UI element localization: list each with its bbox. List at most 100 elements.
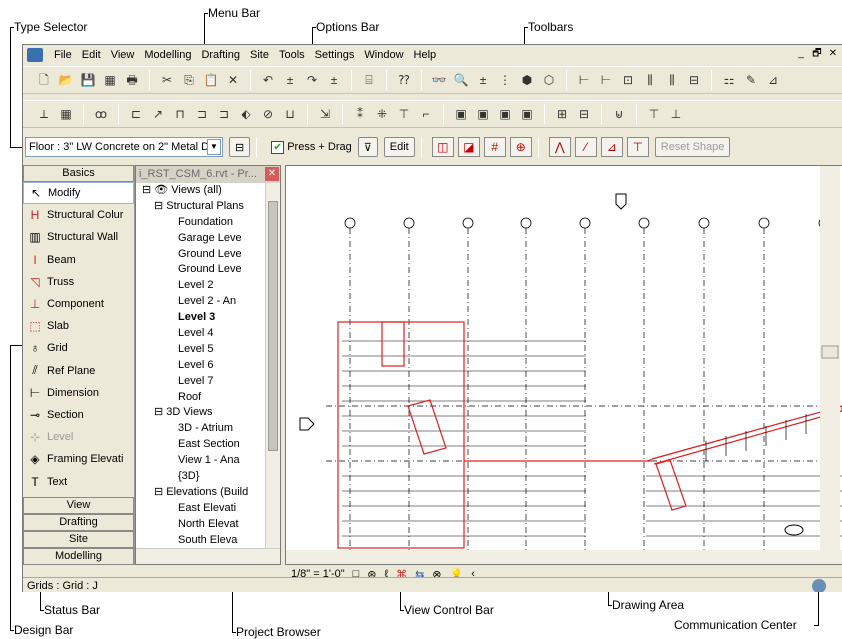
design-bar-item-modify[interactable]: ↖ Modify <box>23 182 134 205</box>
reset-shape-button[interactable]: Reset Shape <box>654 137 731 157</box>
browser-tree-item[interactable]: Garage Leve <box>136 231 280 247</box>
toolbar2-icon-18[interactable]: ⊤ <box>395 105 413 123</box>
toolbar2-icon-19[interactable]: ⌐ <box>417 105 435 123</box>
toolbar1-icon-27[interactable]: ⊢ <box>575 71 593 89</box>
shape-subelement-icon-1[interactable]: ⋀ <box>548 137 571 157</box>
toolbar2-icon-12[interactable]: ⊔ <box>281 105 299 123</box>
browser-tree-item[interactable]: Foundation <box>136 215 280 231</box>
toolbar1-icon-36[interactable]: ⊿ <box>764 71 782 89</box>
close-icon[interactable]: ✕ <box>826 48 840 61</box>
toolbar2-icon-8[interactable]: ⊐ <box>193 105 211 123</box>
browser-tree-item[interactable]: ⊟ Structural Plans <box>136 199 280 215</box>
toolbar2-icon-27[interactable]: ⊟ <box>575 105 593 123</box>
drawing-area[interactable] <box>285 165 842 565</box>
browser-tree-item[interactable]: 3D - Atrium <box>136 421 280 437</box>
design-bar-item-structural-colur[interactable]: H Structural Colur <box>23 204 134 226</box>
toolbar2-icon-29[interactable]: ⊌ <box>610 105 628 123</box>
restore-icon[interactable]: 🗗 <box>810 48 824 61</box>
shape-edit-icon-2[interactable]: ◪ <box>457 137 480 157</box>
minimize-icon[interactable]: _ <box>794 48 808 61</box>
menu-help[interactable]: Help <box>409 49 442 61</box>
browser-tree-item[interactable]: Ground Leve <box>136 262 280 278</box>
shape-subelement-icon-4[interactable]: ⊤ <box>626 137 649 157</box>
shape-grid-icon[interactable]: # <box>483 137 506 157</box>
design-bar-item-grid[interactable]: ♁ Grid <box>23 337 134 359</box>
toolbar2-icon-16[interactable]: ⁑ <box>351 105 369 123</box>
browser-tree-item[interactable]: Level 4 <box>136 326 280 342</box>
browser-tree-item[interactable]: ⊟ Elevations (Build <box>136 485 280 501</box>
shape-add-point-icon[interactable]: ⊕ <box>509 137 532 157</box>
design-bar-item-dimension[interactable]: ⊢ Dimension <box>23 382 134 404</box>
toolbar2-icon-17[interactable]: ⁜ <box>373 105 391 123</box>
toolbar1-icon-11[interactable]: ↶ <box>259 71 277 89</box>
toolbar1-icon-7[interactable]: ⎘ <box>180 71 198 89</box>
browser-tree-item[interactable]: Level 2 <box>136 278 280 294</box>
type-selector[interactable]: Floor : 3" LW Concrete on 2" Metal D ▼ <box>25 137 223 157</box>
toolbar1-icon-35[interactable]: ✎ <box>742 71 760 89</box>
communication-center-icon[interactable] <box>812 579 826 592</box>
toolbar1-icon-2[interactable]: 💾 <box>79 71 97 89</box>
toolbar2-icon-24[interactable]: ▣ <box>518 105 536 123</box>
menu-modelling[interactable]: Modelling <box>139 49 196 61</box>
toolbar1-icon-32[interactable]: ⊟ <box>685 71 703 89</box>
toolbar2-icon-9[interactable]: ⊐ <box>215 105 233 123</box>
browser-tree-item[interactable]: Level 6 <box>136 358 280 374</box>
design-bar-item-framing-elevati[interactable]: ◈ Framing Elevati <box>23 448 134 470</box>
tab-basics[interactable]: Basics <box>23 165 134 182</box>
toolbar2-icon-21[interactable]: ▣ <box>452 105 470 123</box>
toolbar1-icon-34[interactable]: ⚏ <box>720 71 738 89</box>
drawing-canvas[interactable] <box>286 166 842 564</box>
toolbar1-icon-31[interactable]: ⫼ <box>663 71 681 89</box>
menu-settings[interactable]: Settings <box>310 49 360 61</box>
design-bar-item-structural-wall[interactable]: ▥ Structural Wall <box>23 226 134 248</box>
browser-tree-item[interactable]: ⊟ 3D Views <box>136 405 280 421</box>
toolbar1-icon-20[interactable]: 👓 <box>430 71 448 89</box>
design-bar-item-component[interactable]: ⊥ Component <box>23 293 134 315</box>
toolbar1-icon-3[interactable]: ▦ <box>101 71 119 89</box>
toolbar2-icon-14[interactable]: ⇲ <box>316 105 334 123</box>
toolbar1-icon-29[interactable]: ⊡ <box>619 71 637 89</box>
menu-edit[interactable]: Edit <box>77 49 106 61</box>
toolbar2-icon-31[interactable]: ⊤ <box>645 105 663 123</box>
browser-tree-item[interactable]: View 1 - Ana <box>136 453 280 469</box>
menu-tools[interactable]: Tools <box>274 49 310 61</box>
toolbar1-icon-8[interactable]: 📋 <box>202 71 220 89</box>
menu-view[interactable]: View <box>106 49 140 61</box>
edit-button[interactable]: Edit <box>383 137 415 157</box>
tab-site[interactable]: Site <box>23 531 134 548</box>
toolbar1-icon-13[interactable]: ↷ <box>303 71 321 89</box>
toolbar1-icon-6[interactable]: ✂ <box>158 71 176 89</box>
toolbar2-icon-6[interactable]: ↗ <box>149 105 167 123</box>
browser-tree-item[interactable]: East Elevati <box>136 501 280 517</box>
browser-tree-item[interactable]: South Eleva <box>136 533 280 549</box>
design-bar-item-beam[interactable]: I Beam <box>23 249 134 271</box>
toolbar1-icon-22[interactable]: ± <box>474 71 492 89</box>
press-drag-checkbox[interactable]: ✔ Press + Drag <box>271 140 352 154</box>
toolbar1-icon-21[interactable]: 🔍 <box>452 71 470 89</box>
tab-view[interactable]: View <box>23 497 134 514</box>
toolbar1-icon-18[interactable]: ⁇ <box>395 71 413 89</box>
menu-file[interactable]: File <box>49 49 77 61</box>
toolbar2-icon-3[interactable]: ꝏ <box>92 105 110 123</box>
project-browser-hscrollbar[interactable] <box>136 548 280 564</box>
browser-tree-item[interactable]: Level 3 <box>136 310 280 326</box>
tab-drafting[interactable]: Drafting <box>23 514 134 531</box>
design-bar-item-section[interactable]: ⊸ Section <box>23 404 134 426</box>
toolbar2-icon-32[interactable]: ⊥ <box>667 105 685 123</box>
shape-edit-icon-1[interactable]: ◫ <box>431 137 454 157</box>
toolbar1-icon-14[interactable]: ± <box>325 71 343 89</box>
shape-subelement-icon-2[interactable]: ⁄ <box>574 137 597 157</box>
toolbar1-icon-1[interactable]: 📂 <box>57 71 75 89</box>
toolbar2-icon-23[interactable]: ▣ <box>496 105 514 123</box>
app-icon[interactable] <box>27 48 43 62</box>
menu-drafting[interactable]: Drafting <box>196 49 245 61</box>
browser-tree-item[interactable]: North Elevat <box>136 517 280 533</box>
design-bar-item-level[interactable]: ⊹ Level <box>23 426 134 448</box>
design-bar-item-truss[interactable]: ◹ Truss <box>23 271 134 293</box>
toolbar1-icon-16[interactable]: ⌸ <box>360 71 378 89</box>
project-browser-scrollbar[interactable] <box>265 183 280 548</box>
toolbar2-icon-0[interactable]: ⟂ <box>35 105 53 123</box>
browser-tree-item[interactable]: Ground Leve <box>136 247 280 263</box>
toolbar1-icon-30[interactable]: ⫼ <box>641 71 659 89</box>
menu-site[interactable]: Site <box>245 49 274 61</box>
